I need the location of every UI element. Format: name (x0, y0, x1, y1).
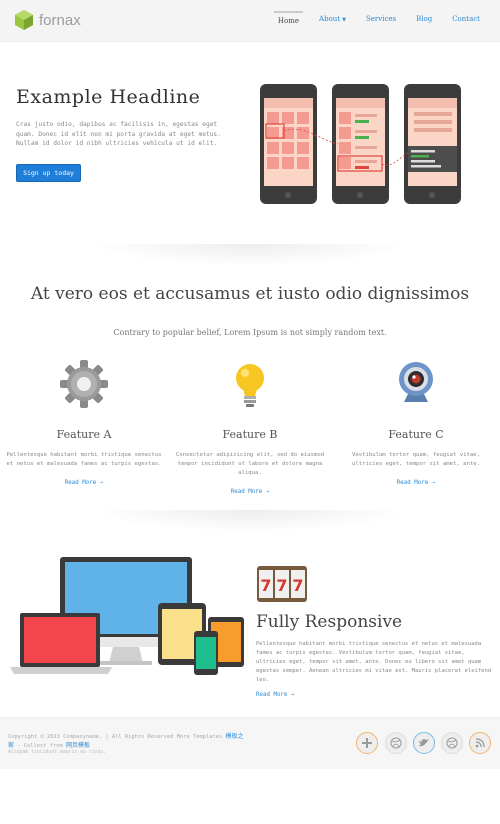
twitter-icon (419, 739, 429, 747)
social-plus-button[interactable] (356, 732, 378, 754)
gear-icon (60, 360, 108, 408)
read-more-link[interactable]: Read More → (231, 489, 269, 495)
phone-2 (332, 84, 389, 204)
web-templates-link[interactable]: 网页模板 (66, 742, 90, 749)
social-rss-button[interactable] (469, 732, 491, 754)
copyright-label: Copyright © 2013 Companyname. | All Righ… (8, 734, 223, 740)
site-footer: Copyright © 2013 Companyname. | All Righ… (0, 717, 500, 769)
nav-blog[interactable]: Blog (412, 11, 436, 29)
slot-machine-icon: 7 7 7 (257, 566, 307, 602)
feature-title: Feature C (388, 428, 444, 441)
read-more-link[interactable]: Read More → (397, 480, 435, 486)
slot-digit: 7 (292, 576, 303, 595)
collect-label: - Collect from (17, 743, 63, 750)
nav-about[interactable]: About ▼ (315, 11, 350, 29)
feature-c: Feature C Vestibulum tortor quam, feugia… (336, 358, 496, 488)
feature-text: Pellentesque habitant morbi tristique se… (6, 452, 162, 467)
chevron-down-icon: ▼ (342, 17, 346, 23)
social-twitter-button[interactable] (413, 732, 435, 754)
slot-digit: 7 (260, 576, 271, 595)
social-dribbble-button[interactable] (385, 732, 407, 754)
rss-icon (475, 738, 485, 748)
footer-tagline: Aliquam tincidunt mauris eu risus. (8, 750, 107, 755)
logo-hexagon-icon (15, 10, 33, 30)
nav-services[interactable]: Services (362, 11, 400, 29)
section-subtitle: Contrary to popular belief, Lorem Ipsum … (113, 328, 387, 337)
phones-illustration (260, 84, 461, 204)
slot-digit: 7 (276, 576, 287, 595)
responsive-title: Fully Responsive (256, 612, 403, 632)
phone-1 (260, 84, 317, 204)
social-dribbble-button-2[interactable] (441, 732, 463, 754)
nav-contact[interactable]: Contact (448, 11, 484, 29)
webcam-icon (399, 362, 433, 402)
section-divider-shadow (90, 244, 410, 266)
nav-about-label: About (319, 15, 341, 23)
site-header: fornax Home About ▼ Services Blog Contact (0, 0, 500, 42)
signup-button[interactable]: Sign up today (16, 164, 81, 182)
dribbble-icon (390, 737, 402, 749)
logo[interactable]: fornax (13, 9, 81, 31)
devices-illustration (10, 557, 244, 675)
lightbulb-icon (236, 364, 264, 407)
read-more-link[interactable]: Read More → (256, 692, 294, 698)
copyright-text: Copyright © 2013 Companyname. | All Righ… (8, 732, 248, 750)
plus-icon (362, 738, 372, 748)
feature-title: Feature A (56, 428, 112, 441)
brand-name: fornax (39, 11, 81, 29)
dribbble-icon (446, 737, 458, 749)
feature-title: Feature B (222, 428, 278, 441)
nav-home[interactable]: Home (273, 11, 304, 29)
read-more-link[interactable]: Read More → (65, 480, 103, 486)
main-nav: Home About ▼ Services Blog Contact (262, 11, 484, 29)
hero-text: Cras justo odio, dapibus ac facilisis in… (16, 121, 221, 148)
hero-title: Example Headline (16, 86, 201, 108)
feature-b: Feature B Consectetur adipisicing elit, … (170, 358, 330, 497)
responsive-text: Pellentesque habitant morbi tristique se… (256, 641, 492, 684)
feature-a: Feature A Pellentesque habitant morbi tr… (4, 358, 164, 488)
phone-3 (404, 84, 461, 204)
section-title: At vero eos et accusamus et iusto odio d… (30, 284, 470, 304)
feature-text: Consectetur adipisicing elit, sed do eiu… (175, 452, 325, 476)
section-divider-shadow (90, 510, 410, 532)
feature-text: Vestibulum tortor quam, feugiat vitae, u… (352, 452, 480, 467)
